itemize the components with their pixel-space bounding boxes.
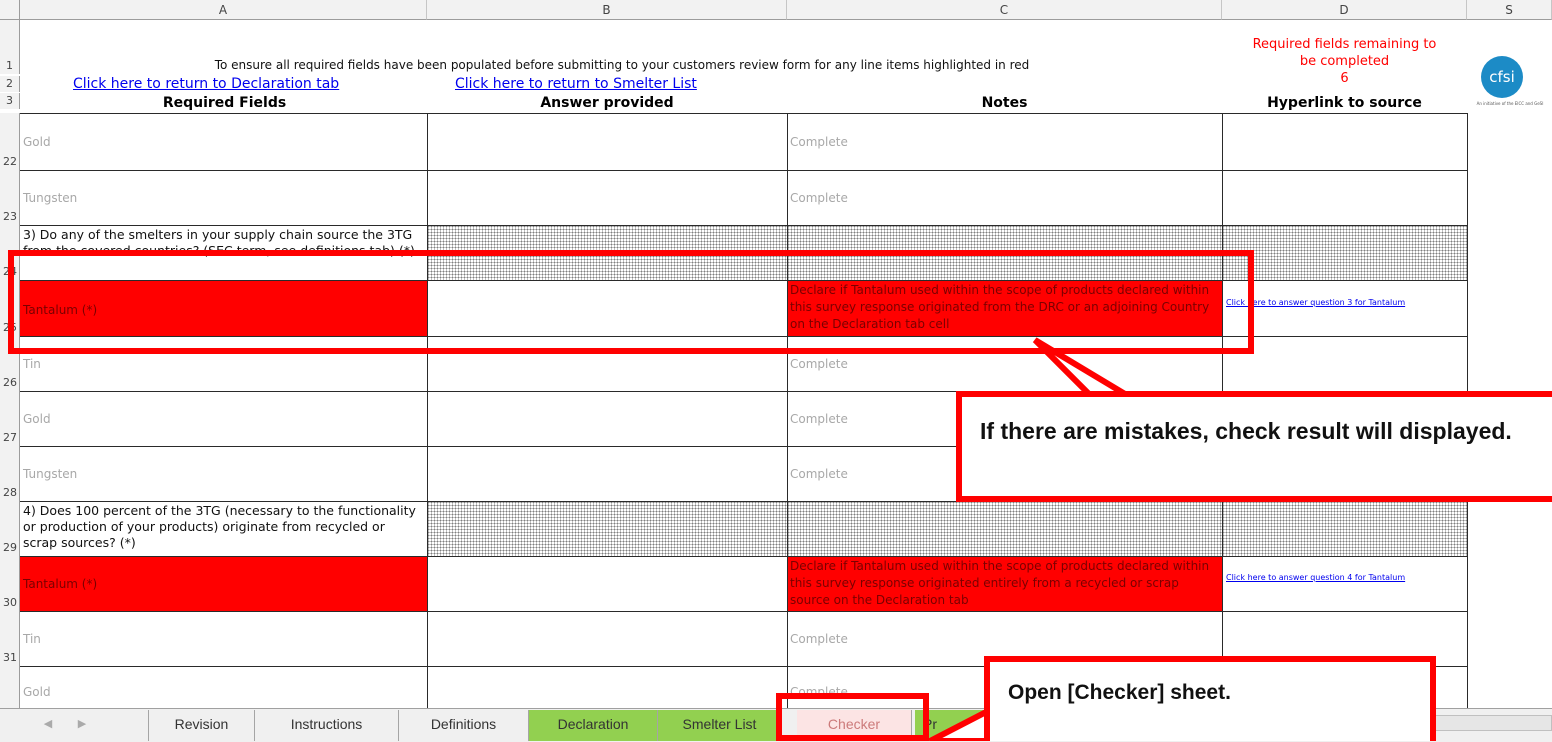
return-to-declaration-link[interactable]: Click here to return to Declaration tab: [70, 75, 420, 93]
cell-a22[interactable]: Gold: [20, 134, 427, 150]
row-number: 27: [3, 431, 17, 444]
cell-c31[interactable]: Complete: [787, 631, 1222, 647]
required-remaining-line2: be completed: [1299, 54, 1390, 69]
callout-open-checker: Open [Checker] sheet.: [984, 656, 1436, 741]
grid-line: [20, 611, 1467, 612]
row-number: 31: [3, 651, 17, 664]
row-number: 30: [3, 596, 17, 609]
scroll-tabs-left-icon[interactable]: ◀: [38, 712, 58, 736]
row-header-2[interactable]: 2: [0, 76, 20, 92]
row-number: 26: [3, 376, 17, 389]
cell-c30[interactable]: Declare if Tantalum used within the scop…: [787, 557, 1222, 611]
tab-instructions[interactable]: Instructions: [255, 710, 399, 741]
instruction-text: To ensure all required fields have been …: [214, 58, 1030, 72]
cell-a32[interactable]: Gold: [20, 684, 427, 700]
horizontal-scrollbar[interactable]: [1420, 715, 1552, 731]
row-header-3[interactable]: 3: [0, 93, 20, 109]
callout-mistakes-text: If there are mistakes, check result will…: [980, 418, 1512, 444]
row-header-23[interactable]: 23: [0, 170, 20, 225]
row-header-30[interactable]: 30: [0, 556, 20, 611]
column-header-s[interactable]: S: [1467, 0, 1552, 20]
row-header-31[interactable]: 31: [0, 611, 20, 666]
cell-a27[interactable]: Gold: [20, 411, 427, 427]
hatched-cell-c29: [787, 501, 1222, 556]
cell-a30[interactable]: Tantalum (*): [20, 576, 427, 592]
required-remaining-line1: Required fields remaining to: [1252, 37, 1437, 52]
tab-definitions[interactable]: Definitions: [399, 710, 529, 741]
col-a-title: Required Fields: [162, 95, 287, 111]
column-header-a[interactable]: A: [20, 0, 427, 20]
row-header-22[interactable]: 22: [0, 113, 20, 170]
tab-revision[interactable]: Revision: [148, 710, 255, 741]
callout-open-checker-text: Open [Checker] sheet.: [1008, 681, 1231, 704]
column-header-d[interactable]: D: [1222, 0, 1467, 20]
row-header-spacer: [0, 20, 20, 58]
row-header-28[interactable]: 28: [0, 446, 20, 501]
grid-line: [20, 113, 1467, 114]
cfsi-logo: cfsi: [1481, 56, 1523, 98]
cell-a29-question-4[interactable]: 4) Does 100 percent of the 3TG (necessar…: [20, 502, 425, 556]
cell-a26[interactable]: Tin: [20, 356, 427, 372]
row-number: 29: [3, 541, 17, 554]
row-header-29[interactable]: 29: [0, 501, 20, 556]
row-number: 28: [3, 486, 17, 499]
select-all-corner[interactable]: [0, 0, 20, 20]
column-header-c[interactable]: C: [787, 0, 1222, 20]
cell-a23[interactable]: Tungsten: [20, 190, 427, 206]
highlight-checker-tab: [776, 693, 929, 741]
cell-d30-answer-q4-link[interactable]: Click here to answer question 4 for Tant…: [1223, 572, 1423, 594]
cfsi-logo-caption: An initiative of the EICC and GeSI: [1476, 101, 1544, 106]
tab-smelter-list[interactable]: Smelter List: [658, 710, 782, 741]
cell-c23[interactable]: Complete: [787, 190, 1222, 206]
row-header-32[interactable]: [0, 666, 20, 710]
tab-declaration[interactable]: Declaration: [529, 710, 658, 741]
grid-line: [427, 113, 428, 710]
callout-mistakes: If there are mistakes, check result will…: [956, 391, 1552, 502]
grid-line: [20, 556, 1467, 557]
cell-c22[interactable]: Complete: [787, 134, 1222, 150]
row-number: 22: [3, 155, 17, 168]
required-remaining-label: Required fields remaining to be complete…: [1222, 36, 1467, 96]
col-d-title: Hyperlink to source: [1267, 95, 1422, 111]
column-header-b[interactable]: B: [427, 0, 787, 20]
return-to-smelter-list-link[interactable]: Click here to return to Smelter List: [452, 75, 782, 93]
hatched-cell-b29: [427, 501, 787, 556]
cell-a28[interactable]: Tungsten: [20, 466, 427, 482]
hatched-cell-d24: [1222, 225, 1467, 280]
cell-a31[interactable]: Tin: [20, 631, 427, 647]
col-c-title: Notes: [981, 95, 1028, 111]
hatched-cell-d29: [1222, 501, 1467, 556]
cfsi-logo-text: cfsi: [1489, 68, 1515, 86]
row-header-27[interactable]: 27: [0, 391, 20, 446]
row-header-1[interactable]: 1: [0, 58, 20, 74]
col-b-title: Answer provided: [540, 95, 674, 111]
scroll-tabs-right-icon[interactable]: ▶: [72, 712, 92, 736]
required-remaining-count: 6: [1340, 71, 1349, 86]
row-number: 23: [3, 210, 17, 223]
grid-line: [20, 170, 1467, 171]
